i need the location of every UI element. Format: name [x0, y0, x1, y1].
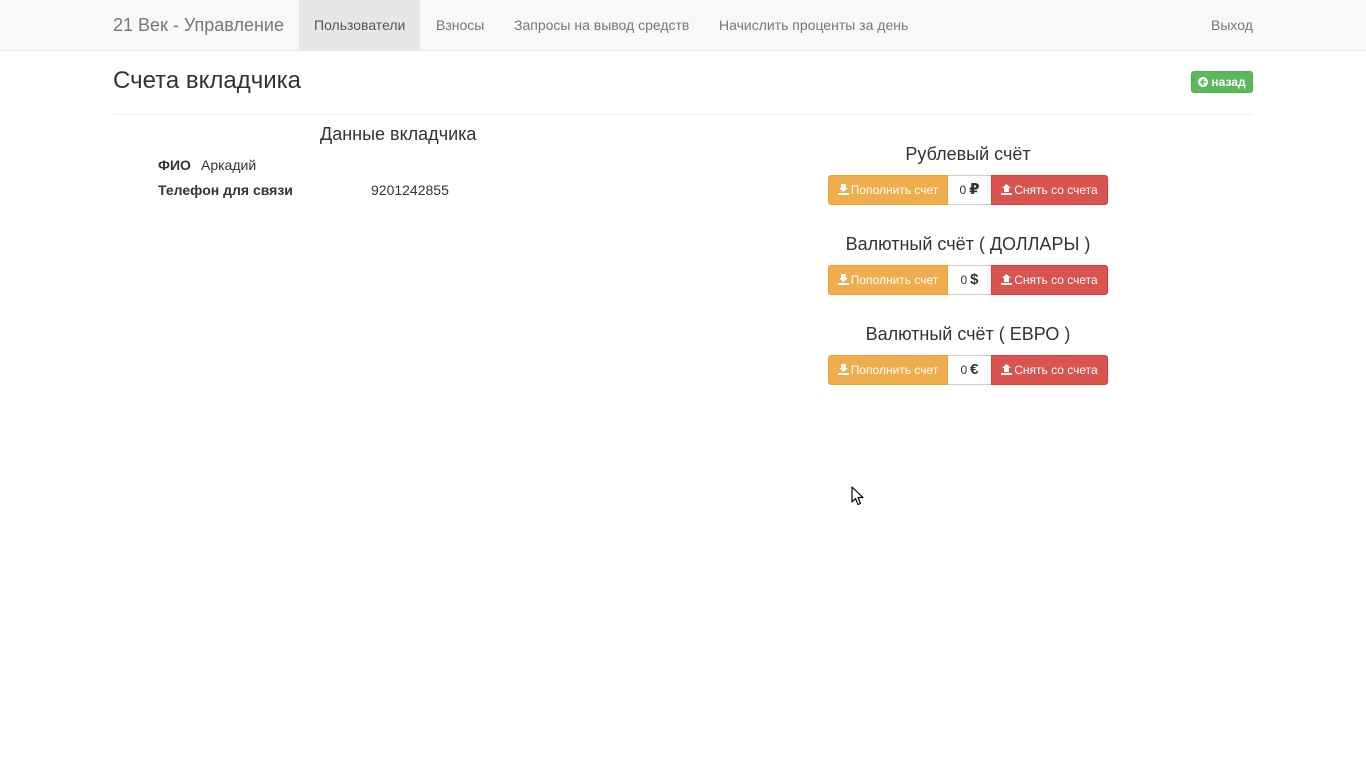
nav-item-withdraw-requests[interactable]: Запросы на вывод средств — [514, 0, 689, 50]
logout-link[interactable]: Выход — [1211, 0, 1253, 50]
withdraw-button-label: Снять со счета — [1014, 183, 1098, 197]
fio-value: Аркадий — [201, 157, 257, 173]
withdraw-button[interactable]: Снять со счета — [991, 265, 1108, 295]
currency-symbol: € — [970, 361, 979, 378]
back-button-label: назад — [1211, 75, 1246, 89]
account-title: Валютный счёт ( ДОЛЛАРЫ ) — [845, 234, 1091, 254]
currency-symbol: $ — [970, 271, 979, 288]
withdraw-button-label: Снять со счета — [1014, 363, 1098, 377]
export-icon — [1001, 267, 1013, 295]
deposit-button[interactable]: Пополнить счет — [828, 175, 948, 205]
nav-item-fees[interactable]: Взносы — [436, 0, 484, 50]
withdraw-button[interactable]: Снять со счета — [991, 175, 1108, 205]
import-icon — [837, 267, 849, 295]
arrow-left-icon — [1198, 73, 1209, 93]
balance-value: 0 — [959, 183, 967, 197]
mouse-pointer-icon — [851, 486, 865, 506]
nav-item-users[interactable]: Пользователи — [299, 0, 420, 50]
balance-value: 0 — [960, 273, 968, 287]
phone-value: 9201242855 — [371, 182, 449, 198]
deposit-button[interactable]: Пополнить счет — [828, 355, 948, 385]
page-title: Счета вкладчика — [113, 67, 302, 94]
brand-link[interactable]: 21 Век - Управление — [113, 0, 284, 50]
export-icon — [1001, 177, 1013, 205]
balance-display: 0 $ — [948, 265, 991, 295]
depositor-info-title: Данные вкладчика — [320, 124, 477, 144]
back-button[interactable]: назад — [1191, 71, 1253, 93]
account-title: Рублевый счёт — [905, 144, 1031, 164]
account-title: Валютный счёт ( ЕВРО ) — [865, 324, 1071, 344]
account-actions: Пополнить счет 0 ₽ Снять со счета — [828, 175, 1108, 205]
balance-value: 0 — [960, 363, 968, 377]
balance-display: 0 ₽ — [948, 175, 991, 205]
balance-display: 0 € — [948, 355, 991, 385]
header-divider — [113, 114, 1253, 115]
withdraw-button-label: Снять со счета — [1014, 273, 1098, 287]
account-usd: Валютный счёт ( ДОЛЛАРЫ ) Пополнить счет… — [828, 233, 1108, 295]
withdraw-button[interactable]: Снять со счета — [991, 355, 1108, 385]
import-icon — [837, 357, 849, 385]
deposit-button-label: Пополнить счет — [850, 183, 939, 197]
deposit-button-label: Пополнить счет — [850, 273, 939, 287]
phone-label: Телефон для связи — [158, 182, 293, 198]
account-actions: Пополнить счет 0 $ Снять со счета — [828, 265, 1108, 295]
import-icon — [837, 177, 849, 205]
export-icon — [1001, 357, 1013, 385]
account-actions: Пополнить счет 0 € Снять со счета — [828, 355, 1108, 385]
nav-item-accrue-interest[interactable]: Начислить проценты за день — [719, 0, 908, 50]
fio-label: ФИО — [158, 157, 191, 173]
account-rub: Рублевый счёт Пополнить счет 0 ₽ Снять со… — [828, 143, 1108, 205]
deposit-button-label: Пополнить счет — [850, 363, 939, 377]
deposit-button[interactable]: Пополнить счет — [828, 265, 948, 295]
account-eur: Валютный счёт ( ЕВРО ) Пополнить счет 0 €… — [828, 323, 1108, 385]
currency-symbol: ₽ — [969, 181, 980, 198]
top-navbar: 21 Век - Управление Пользователи Взносы … — [0, 0, 1366, 51]
